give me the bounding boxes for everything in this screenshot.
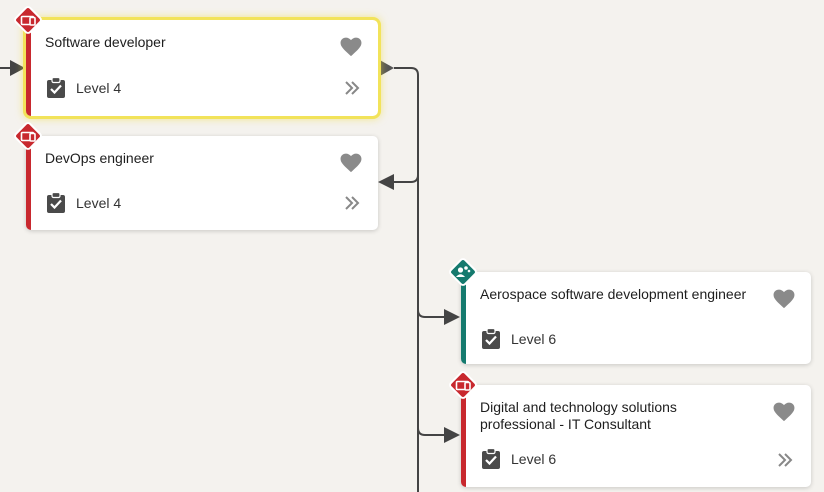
card-accent-stripe bbox=[461, 385, 466, 487]
career-card-software-developer[interactable]: Software developer Level 4 bbox=[23, 17, 381, 119]
double-chevron-right-icon[interactable] bbox=[344, 196, 360, 210]
heart-icon[interactable] bbox=[340, 153, 362, 173]
level-label: Level 4 bbox=[76, 80, 122, 96]
heart-icon[interactable] bbox=[773, 402, 795, 422]
card-title[interactable]: Digital and technology solutions profess… bbox=[480, 399, 755, 433]
digital-device-icon bbox=[13, 5, 43, 35]
clipboard-check-icon bbox=[481, 328, 501, 350]
heart-icon[interactable] bbox=[340, 37, 362, 57]
digital-device-icon bbox=[448, 370, 478, 400]
level-row: Level 6 bbox=[481, 328, 556, 350]
digital-arrow bbox=[444, 427, 460, 443]
outgoing-arrow bbox=[378, 59, 394, 77]
incoming-arrow bbox=[10, 60, 25, 76]
double-chevron-right-icon[interactable] bbox=[777, 453, 793, 467]
clipboard-check-icon bbox=[46, 192, 66, 214]
career-card-devops-engineer[interactable]: DevOps engineer Level 4 bbox=[26, 136, 378, 230]
level-row: Level 4 bbox=[46, 77, 121, 99]
level-label: Level 6 bbox=[511, 331, 557, 347]
level-label: Level 4 bbox=[76, 195, 122, 211]
card-title[interactable]: Aerospace software development engineer bbox=[480, 286, 755, 303]
career-card-aerospace-software-development-engineer[interactable]: Aerospace software development engineer … bbox=[461, 272, 811, 364]
level-row: Level 4 bbox=[46, 192, 121, 214]
aerospace-arrow bbox=[444, 309, 460, 325]
level-row: Level 6 bbox=[481, 448, 556, 470]
clipboard-check-icon bbox=[46, 77, 66, 99]
devops-arrow bbox=[378, 174, 394, 190]
card-title[interactable]: DevOps engineer bbox=[45, 150, 322, 167]
digital-device-icon bbox=[13, 121, 43, 151]
level-label: Level 6 bbox=[511, 451, 557, 467]
card-title[interactable]: Software developer bbox=[45, 34, 322, 51]
career-card-digital-technology-solutions-professional[interactable]: Digital and technology solutions profess… bbox=[461, 385, 811, 487]
heart-icon[interactable] bbox=[773, 289, 795, 309]
people-group-icon bbox=[448, 257, 478, 287]
double-chevron-right-icon[interactable] bbox=[344, 81, 360, 95]
clipboard-check-icon bbox=[481, 448, 501, 470]
